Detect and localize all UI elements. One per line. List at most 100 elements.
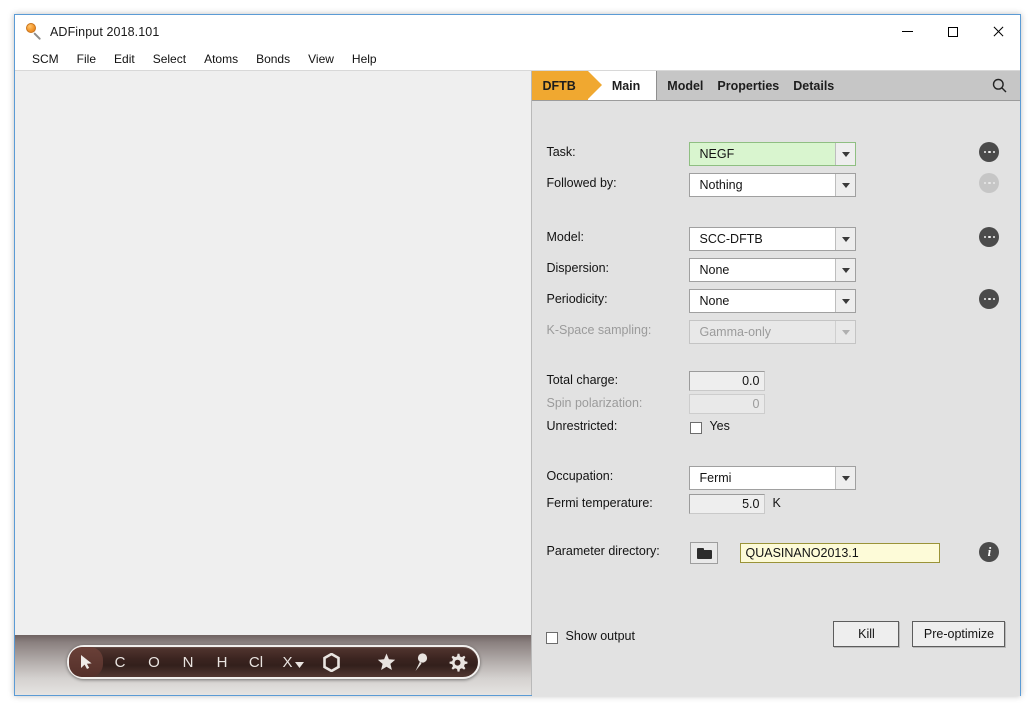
task-dropdown-arrow[interactable] — [835, 143, 856, 165]
menu-scm[interactable]: SCM — [23, 50, 68, 68]
unrestricted-checkbox[interactable] — [690, 422, 703, 434]
app-root: ADFinput 2018.101 SCM File Edit Select A… — [0, 0, 1035, 710]
tab-module-dftb[interactable]: DFTB — [532, 71, 603, 100]
fermi-temperature-label: Fermi temperature: — [546, 496, 653, 510]
dispersion-label: Dispersion: — [546, 261, 610, 275]
menu-select[interactable]: Select — [144, 50, 195, 68]
periodicity-combobox[interactable]: None — [689, 289, 857, 313]
pin-tool[interactable] — [404, 647, 438, 677]
spin-polarization-input: 0 — [689, 394, 766, 414]
parameter-directory-input[interactable]: QUASINANO2013.1 — [740, 543, 941, 563]
task-value: NEGF — [699, 147, 735, 161]
minimize-button[interactable] — [885, 15, 930, 48]
menu-view[interactable]: View — [299, 50, 343, 68]
task-combobox[interactable]: NEGF — [689, 142, 857, 166]
occupation-combobox[interactable]: Fermi — [689, 466, 857, 490]
model-dropdown-arrow[interactable] — [835, 228, 856, 250]
unrestricted-label: Unrestricted: — [546, 419, 618, 433]
menu-atoms[interactable]: Atoms — [195, 50, 247, 68]
menu-file[interactable]: File — [68, 50, 105, 68]
search-button[interactable] — [986, 71, 1012, 100]
model-value: SCC-DFTB — [699, 232, 763, 246]
settings-tool[interactable] — [438, 647, 478, 677]
periodicity-label: Periodicity: — [546, 292, 608, 306]
unrestricted-checkbox-label: Yes — [709, 419, 730, 433]
occupation-label: Occupation: — [546, 469, 614, 483]
select-cursor-tool[interactable] — [69, 647, 103, 677]
kspace-combobox: Gamma-only — [689, 320, 857, 344]
element-h-tool[interactable]: H — [205, 647, 239, 677]
tab-model[interactable]: Model — [667, 79, 703, 93]
kspace-dropdown-arrow — [835, 321, 856, 343]
minimize-icon — [902, 31, 913, 32]
occupation-dropdown-arrow[interactable] — [835, 467, 856, 489]
chevron-down-icon — [294, 662, 304, 668]
menu-edit[interactable]: Edit — [105, 50, 144, 68]
dispersion-dropdown-arrow[interactable] — [835, 259, 856, 281]
molecule-viewport[interactable]: C O N H Cl X — [15, 71, 532, 695]
gear-icon — [449, 653, 467, 672]
element-c-tool[interactable]: C — [103, 647, 137, 677]
followed-by-label: Followed by: — [546, 176, 617, 190]
element-other-tool[interactable]: X — [273, 647, 313, 677]
fermi-temperature-input[interactable]: 5.0 — [689, 494, 766, 514]
menu-bonds[interactable]: Bonds — [247, 50, 299, 68]
search-icon — [992, 78, 1006, 93]
parameter-directory-browse-button[interactable] — [690, 542, 719, 564]
tab-group-secondary: Model Properties Details — [657, 71, 834, 100]
tab-module-label: DFTB — [542, 78, 576, 93]
fermi-temperature-unit: K — [772, 496, 781, 510]
parameter-directory-label: Parameter directory: — [546, 544, 660, 558]
model-combobox[interactable]: SCC-DFTB — [689, 227, 857, 251]
element-n-label: N — [182, 653, 194, 671]
benzene-ring-tool[interactable] — [313, 647, 349, 677]
molecule-canvas[interactable] — [15, 71, 532, 635]
task-label: Task: — [546, 145, 576, 159]
element-o-tool[interactable]: O — [137, 647, 171, 677]
element-o-label: O — [148, 653, 160, 671]
total-charge-label: Total charge: — [546, 373, 619, 387]
maximize-button[interactable] — [930, 15, 975, 48]
task-more-button[interactable] — [979, 142, 1000, 162]
tab-strip: DFTB Main Model Properties Details — [532, 71, 1020, 101]
tab-main-label: Main — [611, 78, 641, 93]
element-h-label: H — [216, 653, 228, 671]
pre-optimize-button[interactable]: Pre-optimize — [912, 621, 1006, 647]
tab-properties[interactable]: Properties — [717, 79, 779, 93]
tab-details[interactable]: Details — [793, 79, 834, 93]
element-cl-tool[interactable]: Cl — [239, 647, 273, 677]
periodicity-more-button[interactable] — [979, 289, 1000, 309]
main-split: C O N H Cl X DFTB Main Model Properties … — [15, 71, 1020, 696]
favorites-tool[interactable] — [368, 647, 404, 677]
followed-by-combobox[interactable]: Nothing — [689, 173, 857, 197]
window-controls — [885, 15, 1020, 48]
pin-icon — [415, 652, 428, 671]
close-button[interactable] — [975, 15, 1020, 48]
model-more-button[interactable] — [979, 227, 1000, 247]
settings-panel: DFTB Main Model Properties Details Task:… — [531, 71, 1020, 696]
folder-icon — [696, 547, 712, 559]
atom-tool-bar: C O N H Cl X — [67, 645, 480, 679]
periodicity-dropdown-arrow[interactable] — [835, 290, 856, 312]
window-title: ADFinput 2018.101 — [50, 24, 160, 39]
menu-help[interactable]: Help — [343, 50, 386, 68]
model-label: Model: — [546, 230, 585, 244]
kill-button[interactable]: Kill — [833, 621, 900, 647]
close-icon — [992, 26, 1003, 37]
kspace-label: K-Space sampling: — [546, 323, 652, 337]
periodicity-value: None — [699, 294, 730, 308]
application-window: ADFinput 2018.101 SCM File Edit Select A… — [14, 14, 1021, 696]
viewport-toolbar-area: C O N H Cl X — [15, 635, 532, 695]
settings-form: Task: NEGF Followed by: Nothing Model: S… — [532, 101, 1020, 696]
total-charge-input[interactable]: 0.0 — [689, 371, 766, 391]
info-icon[interactable]: i — [979, 542, 1000, 562]
maximize-icon — [947, 26, 958, 37]
dispersion-combobox[interactable]: None — [689, 258, 857, 282]
spin-polarization-label: Spin polarization: — [546, 396, 643, 410]
element-cl-label: Cl — [248, 653, 264, 671]
star-icon — [377, 653, 395, 670]
element-n-tool[interactable]: N — [171, 647, 205, 677]
show-output-checkbox[interactable] — [546, 632, 559, 644]
magnifier-orange-icon — [25, 22, 43, 41]
followed-by-dropdown-arrow[interactable] — [835, 174, 856, 196]
